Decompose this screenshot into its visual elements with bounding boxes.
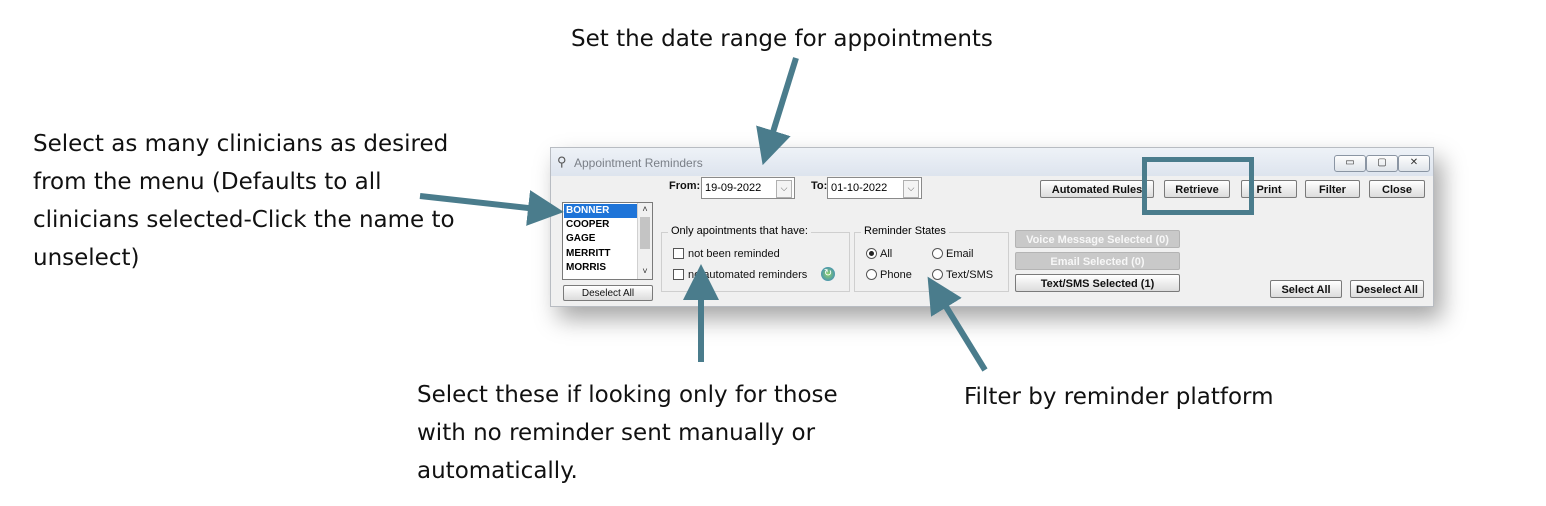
annotation-arrows (419, 57, 988, 372)
arrow-date-range (756, 57, 799, 166)
arrow-reminder-platform (927, 276, 988, 372)
arrow-clinicians (419, 190, 564, 226)
